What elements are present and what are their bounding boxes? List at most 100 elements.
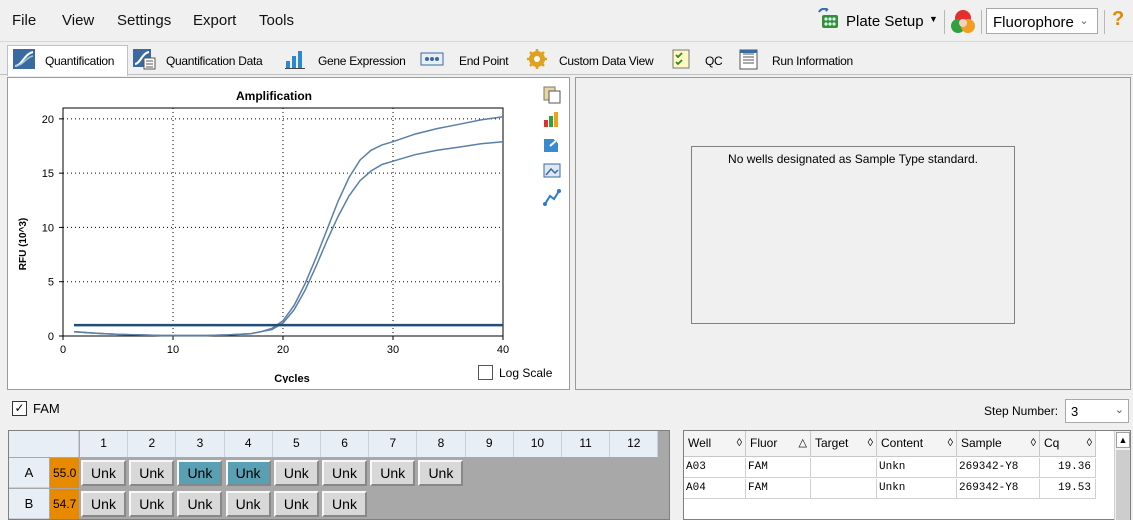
standard-curve-panel: No wells designated as Sample Type stand… <box>575 77 1131 390</box>
tab-label: Gene Expression <box>318 54 406 68</box>
curve-tool-icon[interactable] <box>542 188 562 206</box>
tab-custom-data-view[interactable]: Custom Data View <box>525 46 667 75</box>
bar-chart-icon <box>285 51 305 69</box>
table-column-header[interactable]: Well ◊ <box>684 431 746 457</box>
tab-qc[interactable]: QC <box>670 46 732 75</box>
plate-column-header[interactable]: 8 <box>417 431 466 457</box>
column-header-label: Sample <box>961 436 1002 450</box>
plate-column-header[interactable]: 4 <box>224 431 273 457</box>
plate-well[interactable]: Unk <box>129 460 175 486</box>
plate-column-header[interactable]: 5 <box>272 431 321 457</box>
table-cell: 269342-Y8 <box>957 479 1040 499</box>
chart-title: Amplification <box>236 89 312 103</box>
fluorophore-color-icon[interactable] <box>948 8 978 36</box>
plate-well[interactable]: Unk <box>370 460 416 486</box>
table-row[interactable]: A03 FAM Unkn 269342-Y8 19.36 <box>684 458 1096 478</box>
plate-row-header[interactable]: A <box>9 458 49 488</box>
column-header-label: Target <box>815 436 849 450</box>
plate-well[interactable]: Unk <box>81 491 126 517</box>
plate-well[interactable]: Unk <box>177 491 223 517</box>
menu-tools[interactable]: Tools <box>259 12 294 29</box>
tab-run-information[interactable]: Run Information <box>737 46 862 75</box>
y-tick-label: 15 <box>42 168 54 180</box>
export-icon[interactable] <box>542 136 562 154</box>
x-tick-label: 30 <box>387 344 399 356</box>
sort-icon[interactable]: △ <box>799 431 807 456</box>
menu-settings[interactable]: Settings <box>117 12 171 29</box>
fluorophore-filter-bar: ✓ FAM Step Number: 3 ⌄ <box>0 393 1133 429</box>
sort-icon[interactable]: ◊ <box>1087 431 1092 456</box>
table-column-header[interactable]: Cq ◊ <box>1040 431 1096 457</box>
plate-column-header[interactable]: 10 <box>513 431 562 457</box>
menu-bar: File View Settings Export Tools Plate Se… <box>0 0 1133 42</box>
column-header-label: Cq <box>1044 436 1060 450</box>
plate-column-header[interactable]: 1 <box>80 431 129 457</box>
copy-icon[interactable] <box>542 86 562 104</box>
gear-icon <box>527 49 547 69</box>
table-row[interactable]: A04 FAM Unkn 269342-Y8 19.53 <box>684 479 1096 499</box>
sort-icon[interactable]: ◊ <box>1031 431 1036 456</box>
plate-well[interactable]: Unk <box>225 460 271 486</box>
plate-row-header[interactable]: B <box>9 489 49 519</box>
table-cell: Unkn <box>877 479 957 499</box>
plate-well[interactable]: Unk <box>129 491 175 517</box>
tab-gene-expression[interactable]: Gene Expression <box>283 46 413 75</box>
plate-column-header[interactable]: 3 <box>176 431 225 457</box>
run-information-icon <box>739 49 758 70</box>
scroll-up-icon[interactable]: ▲ <box>1116 432 1130 448</box>
image-view-icon[interactable] <box>542 162 562 180</box>
tab-quantification[interactable]: Quantification <box>7 45 128 76</box>
sort-icon[interactable]: ◊ <box>948 431 953 456</box>
plate-column-header[interactable]: 9 <box>465 431 514 457</box>
table-scrollbar[interactable]: ▲ <box>1114 431 1130 520</box>
plate-well[interactable]: Unk <box>225 491 271 517</box>
plate-well[interactable]: Unk <box>418 460 464 486</box>
y-tick-label: 5 <box>48 277 54 289</box>
column-header-label: Well <box>688 436 712 450</box>
menu-view[interactable]: View <box>62 12 94 29</box>
plate-setup-button[interactable]: Plate Setup ▼ <box>813 8 939 34</box>
amplification-chart-panel: Amplification RFU (10^3) Cycles 0 10 20 30 4… <box>7 77 570 390</box>
tab-end-point[interactable]: End Point <box>420 46 515 75</box>
plate-column-header[interactable]: 7 <box>369 431 418 457</box>
menu-export[interactable]: Export <box>193 12 236 29</box>
step-number-select[interactable]: 3 ⌄ <box>1065 399 1129 423</box>
help-icon[interactable]: ? <box>1112 8 1124 31</box>
log-scale-checkbox[interactable] <box>478 365 493 380</box>
plate-column-header[interactable]: 2 <box>128 431 177 457</box>
amplification-chart: Amplification RFU (10^3) Cycles 0 10 20 30 4… <box>18 89 509 383</box>
plate-well[interactable]: Unk <box>177 460 223 486</box>
plate-column-header[interactable]: 11 <box>562 431 611 457</box>
log-scale-label: Log Scale <box>499 366 553 380</box>
table-cell: 19.36 <box>1040 458 1096 478</box>
table-column-header[interactable]: Target ◊ <box>811 431 877 457</box>
plate-well[interactable]: Unk <box>273 491 319 517</box>
table-column-header[interactable]: Sample ◊ <box>957 431 1040 457</box>
fam-label: FAM <box>33 401 60 416</box>
chart-settings-icon[interactable] <box>542 110 562 128</box>
plate-column-header[interactable]: 6 <box>321 431 370 457</box>
plate-well[interactable]: Unk <box>273 460 319 486</box>
dropdown-arrow-icon: ▼ <box>929 14 938 24</box>
scroll-thumb[interactable] <box>1116 450 1130 520</box>
sort-icon[interactable]: ◊ <box>737 431 742 456</box>
x-tick-label: 20 <box>277 344 289 356</box>
plate-well[interactable]: Unk <box>322 460 367 486</box>
fam-checkbox[interactable]: ✓ <box>12 401 27 416</box>
well-data-table: Well ◊ Fluor △ Target ◊ Content ◊ Sample ◊ Cq ◊ A03 F… <box>683 430 1131 520</box>
fluorophore-select[interactable]: Fluorophore ⌄ <box>986 8 1098 34</box>
sort-icon[interactable]: ◊ <box>868 431 873 456</box>
x-tick-label: 40 <box>497 344 509 356</box>
y-tick-label: 0 <box>48 331 54 343</box>
tab-quantification-data[interactable]: Quantification Data <box>132 46 275 75</box>
table-cell: A04 <box>684 479 746 499</box>
chevron-down-icon: ⌄ <box>1114 404 1124 416</box>
tab-label: QC <box>705 54 723 68</box>
menu-file[interactable]: File <box>12 12 36 29</box>
plate-column-header[interactable]: 12 <box>610 431 659 457</box>
plate-well[interactable]: Unk <box>81 460 126 486</box>
table-column-header[interactable]: Fluor △ <box>746 431 811 457</box>
table-column-header[interactable]: Content ◊ <box>877 431 957 457</box>
column-header-label: Fluor <box>750 436 778 450</box>
plate-well[interactable]: Unk <box>322 491 367 517</box>
